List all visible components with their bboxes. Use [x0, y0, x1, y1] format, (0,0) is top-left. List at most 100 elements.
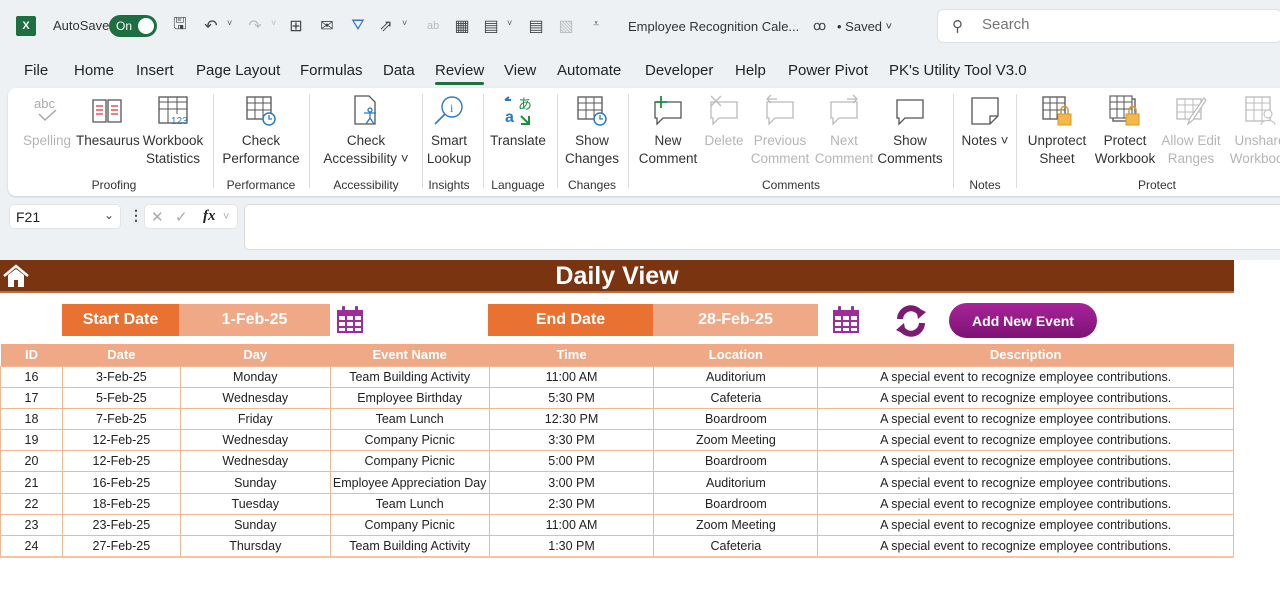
calendar-icon[interactable]	[831, 305, 861, 335]
thesaurus-button[interactable]: Thesaurus	[76, 94, 140, 150]
table-cell[interactable]: A special event to recognize employee co…	[817, 513, 1234, 537]
column-header[interactable]: Location	[653, 344, 818, 366]
table-cell[interactable]: Wednesday	[179, 386, 331, 409]
search-input[interactable]	[982, 16, 1262, 33]
notes-button[interactable]: Notes ˅	[960, 94, 1010, 150]
refresh-icon[interactable]	[892, 304, 930, 338]
tab-automate[interactable]: Automate	[557, 62, 621, 79]
table-cell[interactable]: Team Building Activity	[329, 534, 490, 558]
table-cell[interactable]: 7-Feb-25	[61, 407, 181, 431]
table-cell[interactable]: 11:00 AM	[488, 365, 655, 388]
tab-home[interactable]: Home	[74, 62, 114, 79]
table-cell[interactable]: 24	[0, 534, 63, 558]
tab-power-pivot[interactable]: Power Pivot	[788, 62, 868, 79]
tab-pk-utility-tool[interactable]: PK's Utility Tool V3.0	[889, 62, 1027, 79]
workbook-statistics-button[interactable]: 123 Workbook Statistics	[140, 94, 206, 168]
start-date-value[interactable]: 1-Feb-25	[179, 304, 330, 336]
filter-icon[interactable]: ⛛	[347, 15, 369, 37]
insert-function-icon[interactable]: fx	[203, 208, 216, 225]
share-dropdown-icon[interactable]: ˅	[402, 18, 407, 28]
tab-formulas[interactable]: Formulas	[300, 62, 363, 79]
table-cell[interactable]: Team Lunch	[329, 492, 490, 515]
table-cell[interactable]: Boardroom	[653, 407, 819, 431]
spelling-button[interactable]: abc Spelling	[22, 94, 72, 150]
tab-view[interactable]: View	[504, 62, 536, 79]
check-performance-button[interactable]: Check Performance	[220, 94, 302, 168]
table-cell[interactable]: 21	[0, 471, 63, 494]
table-cell[interactable]: A special event to recognize employee co…	[817, 492, 1234, 515]
tab-file[interactable]: File	[24, 62, 48, 79]
table-cell[interactable]: Zoom Meeting	[653, 429, 819, 452]
translate-button[interactable]: aあ Translate	[488, 94, 548, 150]
table-cell[interactable]: 3:00 PM	[488, 471, 655, 494]
enter-icon[interactable]: ✓	[175, 208, 188, 226]
protect-workbook-button[interactable]: Protect Workbook	[1092, 94, 1158, 168]
table-cell[interactable]: 3:30 PM	[488, 429, 655, 452]
table-cell[interactable]: Monday	[179, 365, 331, 388]
undo-icon[interactable]: ↶	[200, 15, 222, 37]
borders-icon[interactable]: ⊞	[285, 15, 307, 37]
formula-input[interactable]	[244, 204, 1280, 250]
table-cell[interactable]: Auditorium	[653, 471, 819, 494]
table-cell[interactable]: A special event to recognize employee co…	[817, 407, 1234, 431]
table-cell[interactable]: 19	[0, 429, 63, 452]
smart-lookup-button[interactable]: i Smart Lookup	[424, 94, 474, 168]
tab-insert[interactable]: Insert	[136, 62, 174, 79]
calculator-icon[interactable]: ▤	[480, 15, 502, 37]
table-cell[interactable]: 16-Feb-25	[61, 471, 181, 494]
column-header[interactable]: Description	[817, 344, 1234, 366]
table-cell[interactable]: Wednesday	[179, 450, 331, 473]
table-cell[interactable]: 18-Feb-25	[61, 492, 181, 515]
table-cell[interactable]: Company Picnic	[329, 429, 490, 452]
table-cell[interactable]: Boardroom	[653, 450, 819, 473]
column-header[interactable]: Day	[180, 344, 331, 366]
customize-icon[interactable]: ⩡	[593, 18, 599, 31]
table-cell[interactable]: 5:30 PM	[488, 386, 655, 409]
table-cell[interactable]: 5:00 PM	[488, 450, 655, 473]
chevron-down-icon[interactable]: ˅	[223, 211, 229, 223]
column-header[interactable]: ID	[0, 344, 63, 366]
show-changes-button[interactable]: Show Changes	[562, 94, 622, 168]
check-accessibility-button[interactable]: Check Accessibility ˅	[316, 94, 416, 168]
cancel-icon[interactable]: ✕	[151, 208, 164, 226]
unshare-workbook-button[interactable]: Unshare Workbook	[1226, 94, 1280, 168]
tab-developer[interactable]: Developer	[645, 62, 713, 79]
table-icon[interactable]: ▦	[451, 15, 473, 37]
delete-comment-button[interactable]: Delete	[702, 94, 746, 150]
table-cell[interactable]: A special event to recognize employee co…	[817, 365, 1234, 388]
attach-icon[interactable]: ✉	[316, 15, 338, 37]
table-cell[interactable]: A special event to recognize employee co…	[817, 471, 1234, 494]
table-cell[interactable]: 16	[0, 365, 63, 388]
share-icon[interactable]: ⇗	[375, 15, 397, 37]
table-cell[interactable]: Team Lunch	[329, 407, 490, 431]
table-cell[interactable]: 18	[0, 407, 63, 431]
table-cell[interactable]: Zoom Meeting	[653, 513, 819, 537]
table-cell[interactable]: 17	[0, 386, 63, 409]
new-comment-button[interactable]: New Comment	[638, 94, 698, 168]
column-header[interactable]: Time	[489, 344, 654, 366]
undo-dropdown-icon[interactable]: ˅	[227, 18, 232, 28]
table-cell[interactable]: Employee Appreciation Day	[329, 471, 490, 494]
allow-edit-ranges-button[interactable]: Allow Edit Ranges	[1160, 94, 1222, 168]
table-cell[interactable]: 20	[0, 450, 63, 473]
table-cell[interactable]: 3-Feb-25	[61, 365, 181, 388]
table-cell[interactable]: Team Building Activity	[329, 365, 490, 388]
tab-page-layout[interactable]: Page Layout	[196, 62, 280, 79]
calculator-2-icon[interactable]: ▤	[525, 15, 547, 37]
show-comments-button[interactable]: Show Comments	[876, 94, 944, 168]
table-cell[interactable]: 11:00 AM	[488, 513, 655, 537]
redo-dropdown-icon[interactable]: ˅	[271, 18, 276, 28]
table-cell[interactable]: Tuesday	[179, 492, 331, 515]
table-cell[interactable]: Company Picnic	[329, 513, 490, 537]
table-cell[interactable]: 12:30 PM	[488, 407, 655, 431]
more-options-icon[interactable]: ⋮	[129, 207, 143, 224]
table-cell[interactable]: 22	[0, 492, 63, 515]
column-header[interactable]: Event Name	[330, 344, 490, 366]
saved-status[interactable]: • Saved ˅	[837, 19, 892, 34]
unprotect-sheet-button[interactable]: Unprotect Sheet	[1024, 94, 1090, 168]
table-cell[interactable]: A special event to recognize employee co…	[817, 429, 1234, 452]
table-cell[interactable]: 5-Feb-25	[61, 386, 181, 409]
share-people-icon[interactable]: ꝏ	[813, 18, 826, 34]
table-cell[interactable]: 12-Feb-25	[61, 429, 181, 452]
add-new-event-button[interactable]: Add New Event	[949, 303, 1097, 338]
